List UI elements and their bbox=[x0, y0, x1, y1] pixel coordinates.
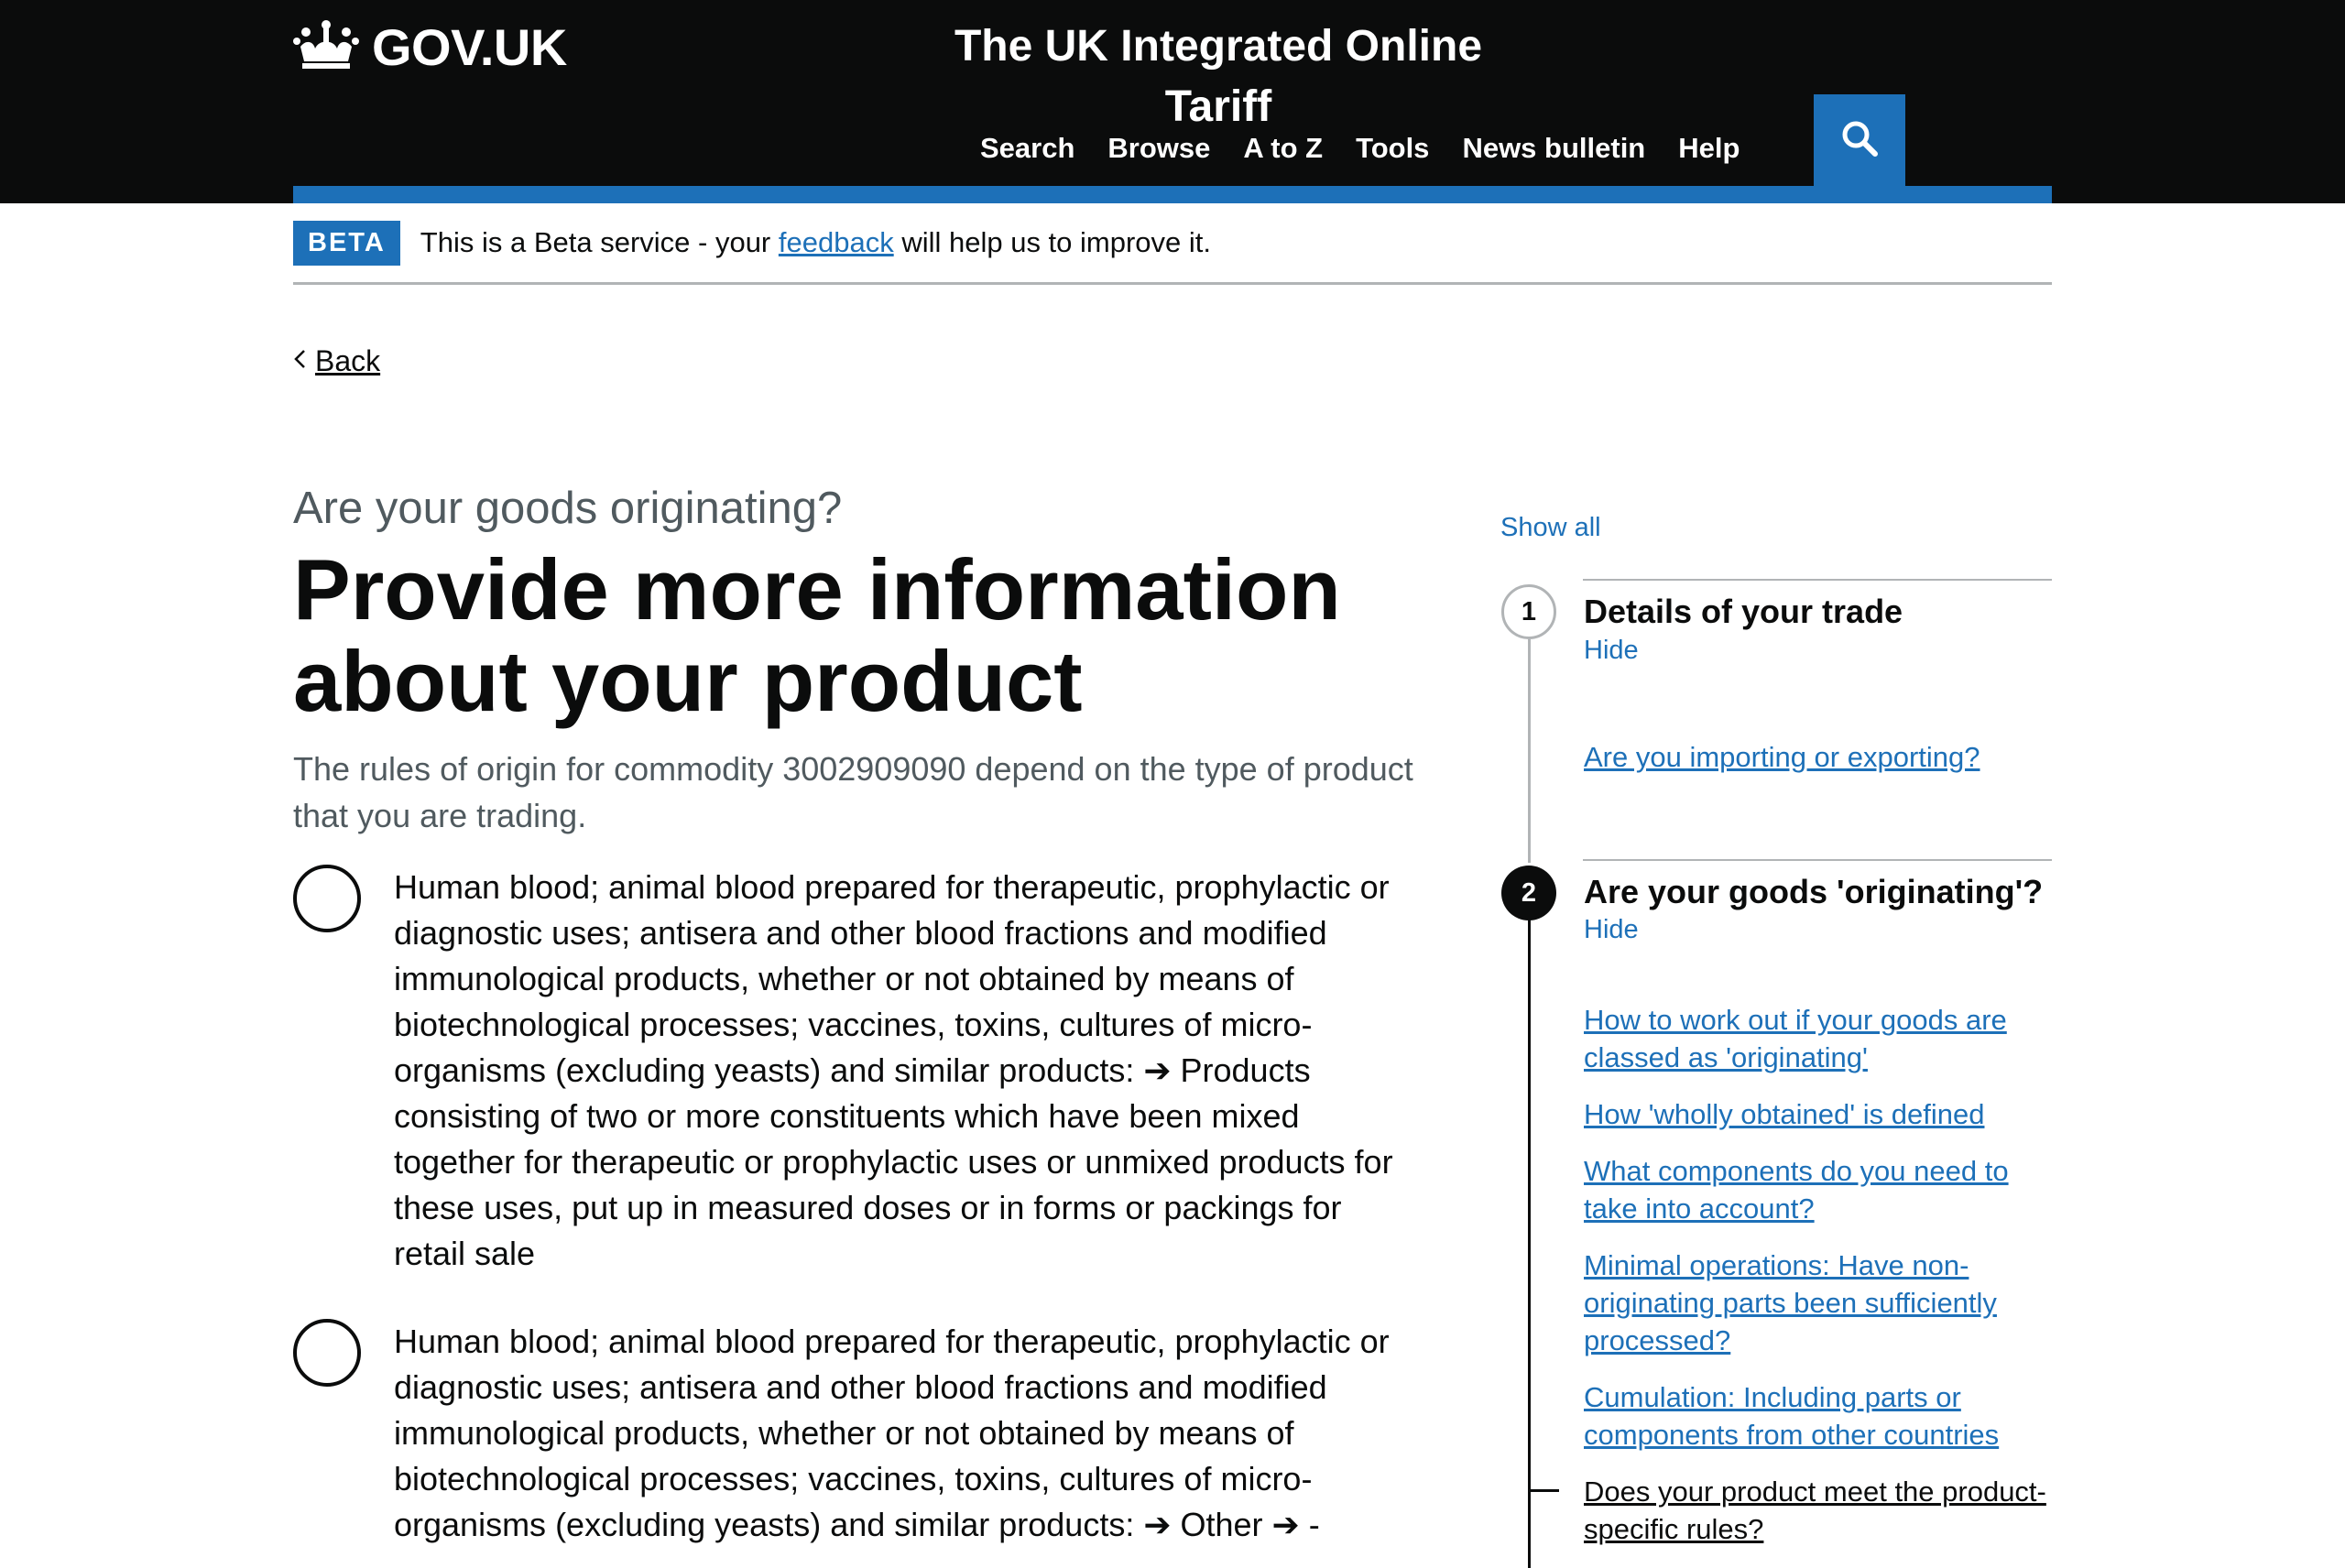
step-link[interactable]: Cumulation: Including parts or component… bbox=[1584, 1378, 2060, 1454]
beta-text-after: will help us to improve it. bbox=[893, 226, 1212, 258]
nav-search[interactable]: Search bbox=[980, 128, 1074, 169]
nav-tools[interactable]: Tools bbox=[1356, 128, 1429, 169]
search-button[interactable] bbox=[1814, 94, 1905, 186]
radio-option[interactable]: Human blood; animal blood prepared for t… bbox=[293, 865, 1420, 1277]
radio-button[interactable] bbox=[293, 865, 361, 932]
page-title: Provide more information about your prod… bbox=[293, 541, 1341, 729]
step-link-current[interactable]: Does your product meet the product-speci… bbox=[1584, 1473, 2060, 1548]
step-title[interactable]: Are your goods 'originating'? bbox=[1584, 869, 2043, 915]
site-header: GOV.UK The UK Integrated Online Tariff S… bbox=[0, 0, 2345, 203]
logo-text: GOV.UK bbox=[372, 17, 567, 76]
current-step-marker bbox=[1528, 1489, 1559, 1492]
service-title[interactable]: The UK Integrated Online Tariff bbox=[898, 16, 1539, 131]
beta-banner: BETA This is a Beta service - your feedb… bbox=[293, 203, 2052, 285]
show-all-link[interactable]: Show all bbox=[1500, 513, 1601, 543]
page-lede: The rules of origin for commodity 300290… bbox=[293, 750, 1413, 834]
back-link[interactable]: Back bbox=[315, 344, 380, 378]
step-toggle-hide[interactable]: Hide bbox=[1584, 636, 1639, 666]
step-connector-line bbox=[1528, 639, 1531, 863]
radio-button[interactable] bbox=[293, 1319, 361, 1387]
step-toggle-hide[interactable]: Hide bbox=[1584, 915, 1639, 945]
nav-a-to-z[interactable]: A to Z bbox=[1243, 128, 1323, 169]
back-navigation: Back bbox=[293, 341, 380, 381]
step-divider bbox=[1583, 859, 2052, 861]
nav-help[interactable]: Help bbox=[1678, 128, 1740, 169]
govuk-logo-link[interactable]: GOV.UK bbox=[293, 16, 567, 77]
step-title[interactable]: Details of your trade bbox=[1584, 589, 1903, 635]
beta-text-before: This is a Beta service - your bbox=[420, 226, 779, 258]
radio-label[interactable]: Human blood; animal blood prepared for t… bbox=[394, 865, 1420, 1277]
step-link[interactable]: What components do you need to take into… bbox=[1584, 1152, 2060, 1227]
step-link[interactable]: Are you importing or exporting? bbox=[1584, 738, 2060, 776]
step-number: 1 bbox=[1501, 584, 1556, 639]
crown-icon bbox=[293, 19, 359, 75]
step-link[interactable]: How 'wholly obtained' is defined bbox=[1584, 1095, 2060, 1133]
search-icon bbox=[1841, 120, 1878, 161]
step-link[interactable]: How to work out if your goods are classe… bbox=[1584, 1001, 2060, 1076]
main-navigation: Search Browse A to Z Tools News bulletin… bbox=[980, 128, 1740, 169]
beta-message: This is a Beta service - your feedback w… bbox=[420, 226, 1211, 259]
page-caption: Are your goods originating? bbox=[293, 484, 843, 533]
nav-news-bulletin[interactable]: News bulletin bbox=[1462, 128, 1645, 169]
chevron-left-icon bbox=[293, 349, 306, 374]
radio-label[interactable]: Human blood; animal blood prepared for t… bbox=[394, 1319, 1420, 1548]
step-link[interactable]: Minimal operations: Have non-originating… bbox=[1584, 1247, 2060, 1359]
radio-option[interactable]: Human blood; animal blood prepared for t… bbox=[293, 1319, 1420, 1548]
step-divider bbox=[1583, 579, 2052, 581]
beta-tag: BETA bbox=[293, 220, 400, 266]
step-number: 2 bbox=[1501, 866, 1556, 920]
feedback-link[interactable]: feedback bbox=[779, 226, 894, 258]
nav-browse[interactable]: Browse bbox=[1107, 128, 1210, 169]
step-connector-line bbox=[1528, 920, 1531, 1568]
header-accent-bar bbox=[293, 186, 2052, 203]
